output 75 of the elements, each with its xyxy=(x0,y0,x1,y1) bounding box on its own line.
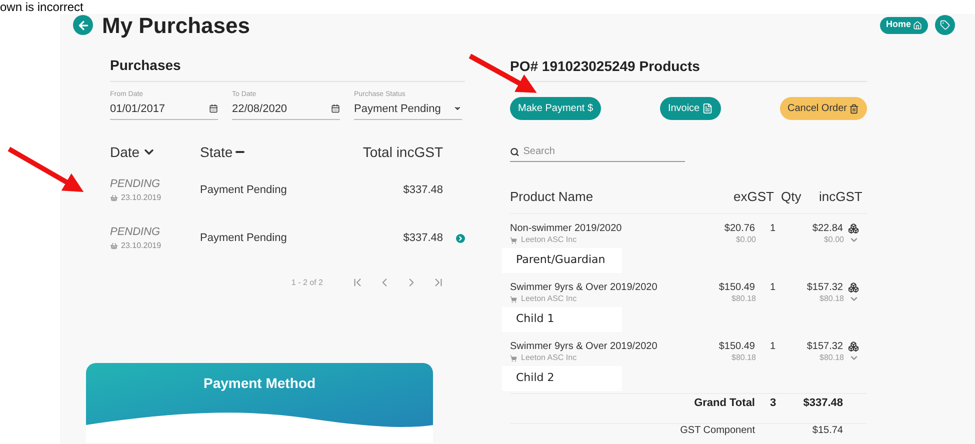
annotation-label: Child 1 xyxy=(502,307,622,332)
column-header[interactable]: Date xyxy=(110,142,140,162)
home-icon xyxy=(913,20,922,30)
price-text: $0.00 xyxy=(734,235,756,245)
make-payment-button[interactable]: Make Payment $ xyxy=(510,97,602,120)
vendor-text: Leeton ASC Inc xyxy=(521,235,577,245)
vendor-text: Leeton ASC Inc xyxy=(521,353,577,363)
total-text: $337.48 xyxy=(402,182,443,198)
caption-text: own is incorrect xyxy=(0,0,84,14)
back-arrow-icon xyxy=(76,18,90,32)
grand-total-value: $337.48 xyxy=(802,396,843,412)
date-text: 23.10.2019 xyxy=(121,240,162,252)
date-text: 23.10.2019 xyxy=(121,192,162,204)
state-text: Payment Pending xyxy=(200,182,288,198)
tag-icon xyxy=(940,20,950,30)
column-header: Product Name xyxy=(510,188,594,206)
calendar-icon xyxy=(331,104,340,114)
cancel-order-button[interactable]: Cancel Order xyxy=(780,97,867,120)
price-text: $150.49 xyxy=(718,340,755,353)
annotation-label: Parent/Guardian xyxy=(502,248,622,273)
column-header: Qty xyxy=(780,188,802,206)
last-page-icon[interactable] xyxy=(432,276,445,289)
invoice-button[interactable]: Invoice xyxy=(660,97,721,120)
state-text: Payment Pending xyxy=(200,230,288,246)
calendar-icon xyxy=(209,104,218,114)
back-button[interactable] xyxy=(73,15,93,35)
cart-icon xyxy=(510,296,517,302)
grand-total-label: Grand Total xyxy=(693,396,755,412)
price-text: $157.32 xyxy=(806,281,843,294)
cart-icon xyxy=(510,236,517,244)
quantity-text: 1 xyxy=(769,222,777,235)
boxes-icon[interactable] xyxy=(848,282,859,293)
column-header[interactable]: State xyxy=(200,142,233,162)
price-text: $80.18 xyxy=(818,294,844,304)
annotation-label: Child 2 xyxy=(502,366,622,391)
price-text: $80.18 xyxy=(818,353,844,363)
price-text: $80.18 xyxy=(730,294,756,304)
gst-label: GST Component xyxy=(679,424,755,438)
card-title: Payment Method xyxy=(203,374,316,393)
boxes-icon[interactable] xyxy=(848,223,859,234)
status-text: PENDING xyxy=(110,176,162,192)
pagination-text: 1 - 2 of 2 xyxy=(291,276,323,288)
price-text: $150.49 xyxy=(718,281,755,294)
quantity-text: 1 xyxy=(769,281,777,294)
basket-icon xyxy=(110,242,118,250)
vendor-text: Leeton ASC Inc xyxy=(521,294,577,304)
price-text: $0.00 xyxy=(822,235,844,245)
product-name: Swimmer 9yrs & Over 2019/2020 xyxy=(510,340,658,353)
gst-value: $15.74 xyxy=(811,424,843,438)
basket-icon xyxy=(110,194,118,202)
price-text: $80.18 xyxy=(730,353,756,363)
price-text: $157.32 xyxy=(806,340,843,353)
quantity-text: 3 xyxy=(769,396,778,412)
search-icon xyxy=(510,146,520,156)
product-name: Swimmer 9yrs & Over 2019/2020 xyxy=(510,281,658,294)
document-icon xyxy=(702,103,713,114)
column-header[interactable]: Total incGST xyxy=(362,142,443,162)
next-icon[interactable] xyxy=(456,234,465,242)
page-title: My Purchases xyxy=(102,12,250,40)
product-name: Non-swimmer 2019/2020 xyxy=(510,222,623,235)
column-header: exGST xyxy=(732,188,774,206)
section-title: Purchases xyxy=(110,56,181,75)
home-button[interactable]: Home xyxy=(880,16,928,34)
search-field[interactable]: Search xyxy=(523,144,685,159)
price-text: $20.76 xyxy=(723,222,755,235)
status-text: PENDING xyxy=(110,224,162,240)
boxes-icon[interactable] xyxy=(848,341,859,352)
trash-icon xyxy=(848,104,859,114)
total-text: $337.48 xyxy=(402,230,443,246)
tag-button[interactable] xyxy=(935,15,955,35)
quantity-text: 1 xyxy=(769,340,777,353)
section-title: PO# 191023025249 Products xyxy=(510,58,700,74)
column-header: incGST xyxy=(818,188,864,206)
price-text: $22.84 xyxy=(811,222,843,235)
cart-icon xyxy=(510,354,517,362)
